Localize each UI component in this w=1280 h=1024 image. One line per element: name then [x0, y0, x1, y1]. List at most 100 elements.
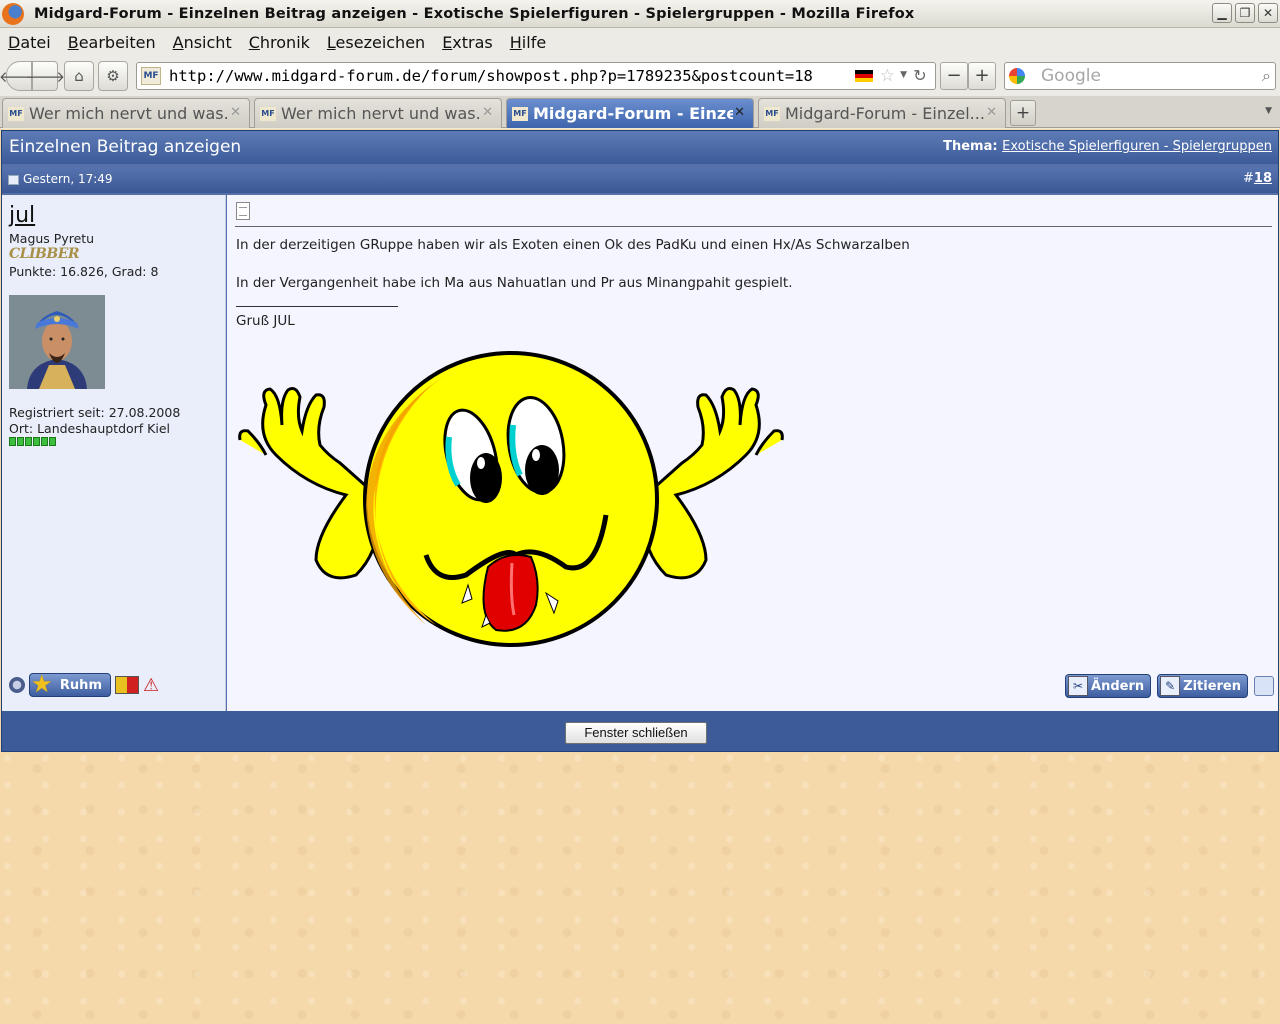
- page-header: Einzelnen Beitrag anzeigen Thema: Exotis…: [2, 131, 1278, 164]
- tab-close-icon[interactable]: ✕: [482, 105, 493, 120]
- post-date: Gestern, 17:49: [23, 172, 113, 186]
- menu-accesskey: C: [248, 32, 260, 52]
- menu-label-rest: hronik: [259, 32, 310, 52]
- username-link[interactable]: jul: [9, 203, 35, 228]
- star-icon: ★: [31, 670, 53, 698]
- menu-item-2[interactable]: Ansicht: [173, 33, 232, 52]
- post-text-line: In der Vergangenheit habe ich Ma aus Nah…: [236, 275, 793, 291]
- post-number: #18: [1243, 171, 1272, 186]
- post-number-link[interactable]: 18: [1254, 171, 1272, 186]
- bookmark-star-icon[interactable]: ☆: [880, 66, 895, 86]
- post-meta-row: Gestern, 17:49 #18: [2, 167, 1278, 193]
- tab-label: Wer mich nervt und was...: [281, 104, 481, 123]
- restore-button[interactable]: ❐: [1235, 3, 1255, 23]
- tab-close-icon[interactable]: ✕: [734, 105, 745, 120]
- menu-accesskey: A: [172, 32, 184, 52]
- search-icon[interactable]: ⌕: [1262, 66, 1271, 86]
- browser-tab[interactable]: MF Midgard-Forum - Einze...✕: [506, 98, 754, 128]
- menu-label-rest: esezeichen: [335, 32, 426, 52]
- menu-item-6[interactable]: Hilfe: [510, 33, 546, 52]
- reload-button[interactable]: ↻: [906, 62, 934, 90]
- tab-close-icon[interactable]: ✕: [986, 105, 997, 120]
- menu-label-rest: xtras: [452, 32, 493, 52]
- edit-label: Ändern: [1091, 678, 1145, 694]
- menu-label-rest: atei: [20, 32, 51, 52]
- page-content: Einzelnen Beitrag anzeigen Thema: Exotis…: [0, 129, 1280, 1024]
- reputation-pip: [25, 437, 32, 446]
- url-text[interactable]: http://www.midgard-forum.de/forum/showpo…: [169, 67, 813, 85]
- reputation-pip: [49, 437, 56, 446]
- tab-bar: MF Midgard-Forum - Einzel... ✕ MF Midgard-Fo…: [0, 96, 1280, 128]
- site-favicon-icon: MF: [141, 67, 161, 85]
- tab-list-dropdown-icon[interactable]: ▼: [1265, 106, 1272, 116]
- menu-item-3[interactable]: Chronik: [249, 33, 310, 52]
- page-footer: Fenster schließen: [2, 711, 1278, 751]
- post-status-icon: [8, 175, 19, 185]
- addon-button[interactable]: ⚙: [98, 61, 128, 91]
- navigation-toolbar: 🡐 🡒 ⌂ ⚙ MF http://www.midgard-forum.de/f…: [0, 56, 1280, 96]
- menu-accesskey: E: [442, 32, 453, 52]
- minimize-button[interactable]: ▁: [1212, 3, 1232, 23]
- post-text-line: In der derzeitigen GRuppe haben wir als …: [236, 237, 910, 253]
- search-box[interactable]: Google ⌕: [1004, 62, 1276, 90]
- registered-date: Registriert seit: 27.08.2008: [9, 405, 181, 420]
- post-divider: [235, 226, 1272, 227]
- post-number-prefix: #: [1243, 171, 1254, 186]
- menu-item-0[interactable]: Datei: [8, 33, 51, 52]
- user-points: Punkte: 16.826, Grad: 8: [9, 264, 159, 279]
- zoom-in-button[interactable]: +: [968, 62, 996, 90]
- reputation-pip: [17, 437, 24, 446]
- signature-divider: [236, 306, 398, 307]
- menu-item-1[interactable]: Bearbeiten: [68, 33, 156, 52]
- topic-info: Thema: Exotische Spielerfiguren - Spiele…: [943, 139, 1272, 154]
- post-document-icon: [236, 202, 250, 220]
- user-info-column: jul Magus Pyretu CLIBBER Punkte: 16.826,…: [2, 195, 226, 711]
- tab-favicon-icon: MF: [764, 106, 780, 121]
- rank-image: CLIBBER: [9, 246, 80, 262]
- tab-label: Wer mich nervt und was...: [29, 104, 229, 123]
- post-container: Einzelnen Beitrag anzeigen Thema: Exotis…: [1, 130, 1279, 752]
- tab-close-icon[interactable]: ✕: [230, 105, 241, 120]
- forward-button[interactable]: 🡒: [25, 61, 65, 91]
- ruhm-button[interactable]: ★ Ruhm: [29, 670, 111, 698]
- menu-accesskey: D: [8, 32, 21, 52]
- pencil-icon: ✎: [1160, 676, 1181, 696]
- window-controls: ▁ ❐ ✕: [1212, 3, 1278, 23]
- google-icon[interactable]: [1009, 68, 1025, 84]
- browser-tab[interactable]: MF Midgard-Forum - Einzel... ✕: [758, 98, 1006, 128]
- menu-bar: Datei Bearbeiten Ansicht Chronik Lesezeichen…: [0, 28, 1280, 56]
- close-window-button[interactable]: ✕: [1258, 3, 1278, 23]
- reload-icon: ↻: [913, 66, 927, 85]
- puzzle-icon: ⚙: [106, 67, 120, 85]
- quote-button[interactable]: ✎ Zitieren: [1157, 674, 1248, 698]
- scissors-icon: ✂: [1068, 676, 1089, 696]
- new-tab-button[interactable]: +: [1010, 100, 1036, 126]
- user-actions: ★ Ruhm ⚠: [9, 670, 159, 698]
- warning-icon[interactable]: ⚠: [143, 675, 159, 696]
- offline-status-icon: [9, 677, 25, 693]
- menu-accesskey: H: [509, 32, 522, 52]
- menu-accesskey: B: [67, 32, 79, 52]
- reputation-pip: [9, 437, 16, 446]
- german-flag-icon: [855, 70, 873, 82]
- browser-tab[interactable]: MF Wer mich nervt und was... ✕: [254, 98, 502, 128]
- zoom-out-button[interactable]: −: [940, 62, 968, 90]
- edit-button[interactable]: ✂ Ändern: [1065, 674, 1152, 698]
- smiley-icon: [238, 351, 784, 647]
- report-icon[interactable]: [1254, 676, 1274, 696]
- post-actions: ✂ Ändern ✎ Zitieren: [1065, 674, 1274, 698]
- menu-item-5[interactable]: Extras: [442, 33, 493, 52]
- topic-link[interactable]: Exotische Spielerfiguren - Spielergruppe…: [1002, 139, 1272, 154]
- tab-favicon-icon: MF: [260, 106, 276, 121]
- user-location: Ort: Landeshauptdorf Kiel: [9, 421, 171, 436]
- avatar: [9, 295, 105, 389]
- home-button[interactable]: ⌂: [64, 61, 94, 91]
- reputation-bar: [9, 437, 56, 446]
- address-bar[interactable]: MF http://www.midgard-forum.de/forum/sho…: [136, 62, 936, 90]
- signature: Gruß JUL: [236, 313, 295, 329]
- menu-item-4[interactable]: Lesezeichen: [327, 33, 425, 52]
- yellow-red-card-icon[interactable]: [115, 676, 139, 694]
- close-window-page-button[interactable]: Fenster schließen: [565, 722, 707, 744]
- topic-label: Thema:: [943, 139, 998, 154]
- browser-tab[interactable]: MF Wer mich nervt und was... ✕: [2, 98, 250, 128]
